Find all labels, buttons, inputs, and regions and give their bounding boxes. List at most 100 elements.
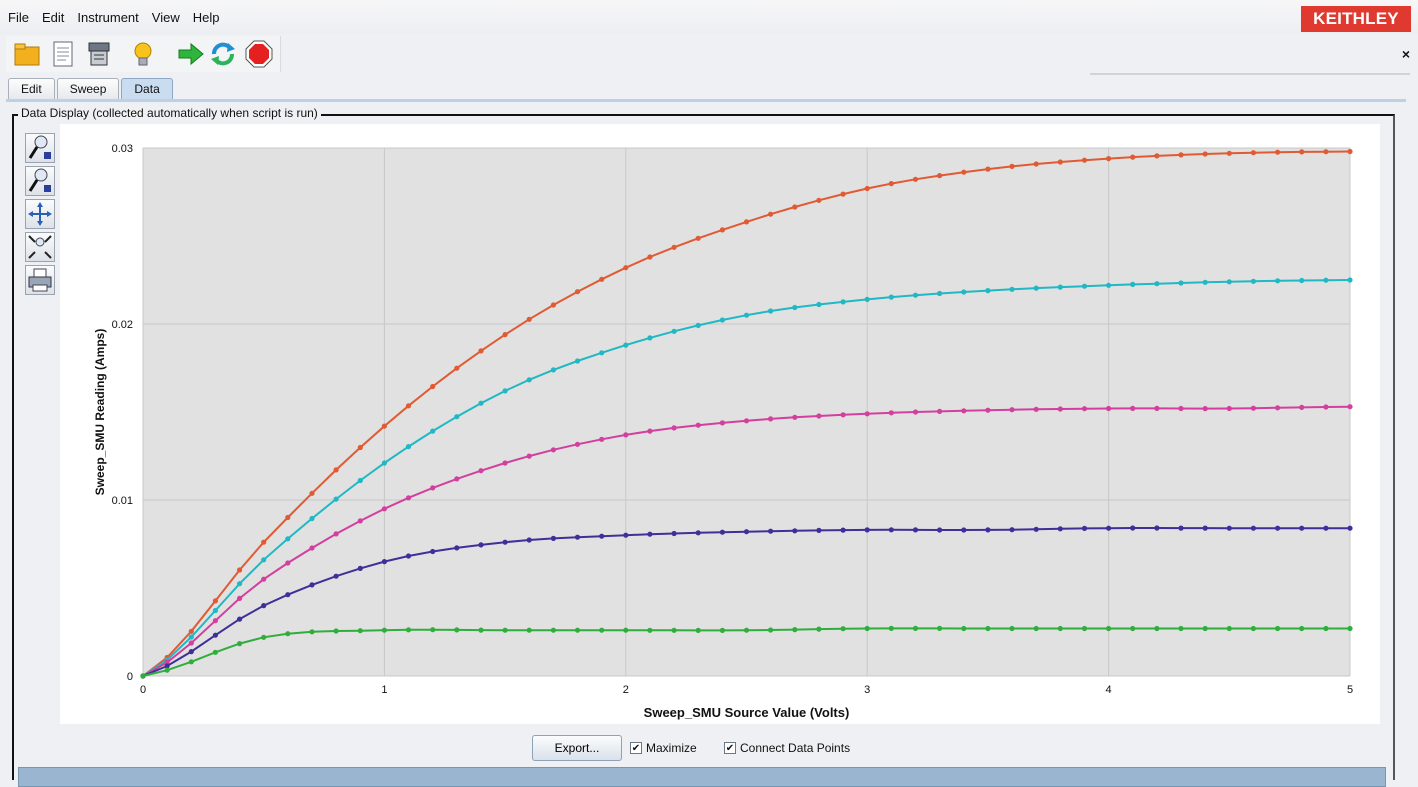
x-axis-label: Sweep_SMU Source Value (Volts) [644, 705, 850, 720]
series-point-4 [1202, 625, 1208, 632]
series-point-4 [864, 625, 870, 632]
series-point-1 [1009, 286, 1015, 292]
close-icon[interactable]: × [1402, 46, 1410, 62]
series-point-0 [1057, 159, 1063, 165]
series-point-3 [768, 528, 774, 534]
series-point-3 [599, 533, 605, 539]
series-point-3 [985, 527, 991, 533]
series-point-0 [792, 204, 798, 210]
panel-title: Data Display (collected automatically wh… [18, 106, 321, 120]
iv-curve-chart[interactable]: 0 1 2 3 4 5 0 0.01 0.02 0.03 Sweep_SMU Source Valu… [60, 124, 1380, 724]
series-point-2 [405, 495, 412, 501]
series-point-4 [768, 627, 774, 633]
zoom-out-icon[interactable] [25, 166, 55, 196]
menu-view[interactable]: View [152, 10, 180, 25]
series-point-1 [864, 296, 870, 302]
y-tick-label: 0.03 [112, 143, 133, 155]
stop-icon[interactable] [244, 39, 274, 69]
series-point-4 [743, 627, 750, 633]
series-point-0 [1033, 161, 1039, 167]
status-band [18, 767, 1386, 787]
series-point-1 [1033, 285, 1039, 291]
x-tick-label: 4 [1106, 684, 1112, 696]
series-point-2 [1057, 406, 1063, 412]
zoom-in-icon[interactable] [25, 133, 55, 163]
series-point-4 [1226, 625, 1232, 632]
refresh-icon[interactable] [208, 39, 238, 69]
series-point-2 [1226, 405, 1232, 412]
series-point-3 [502, 539, 508, 545]
series-point-3 [526, 537, 532, 543]
menu-edit[interactable]: Edit [42, 10, 64, 25]
series-point-4 [816, 626, 822, 632]
pan-icon[interactable] [25, 199, 55, 229]
series-point-0 [647, 254, 653, 260]
series-point-0 [1250, 150, 1256, 156]
tab-edit[interactable]: Edit [8, 78, 55, 99]
menu-bar: File Edit Instrument View Help KEITHLEY [0, 0, 1418, 35]
series-point-0 [1202, 151, 1208, 157]
series-point-2 [1009, 407, 1015, 413]
tab-sweep[interactable]: Sweep [56, 78, 120, 99]
series-point-1 [743, 312, 750, 318]
script-icon[interactable] [48, 39, 78, 69]
series-point-1 [647, 335, 653, 341]
print-icon[interactable] [25, 265, 55, 295]
series-point-1 [333, 496, 339, 502]
maximize-checkbox[interactable]: ✔ Maximize [630, 741, 697, 755]
series-point-4 [1154, 625, 1160, 632]
series-point-3 [188, 649, 194, 655]
connect-data-points-checkbox[interactable]: ✔ Connect Data Points [724, 741, 850, 755]
series-point-3 [1033, 526, 1039, 532]
series-point-2 [1178, 405, 1184, 412]
lightbulb-icon[interactable] [128, 39, 158, 69]
series-point-0 [1323, 149, 1329, 155]
series-point-1 [816, 301, 822, 308]
series-point-2 [478, 468, 484, 474]
series-point-3 [1106, 525, 1112, 531]
bottom-controls: Export... ✔ Maximize ✔ Connect Data Poin… [0, 735, 1418, 765]
series-point-4 [937, 625, 943, 631]
series-point-0 [188, 628, 194, 634]
connect-check-icon[interactable]: ✔ [724, 742, 736, 754]
series-point-3 [309, 582, 315, 588]
menu-help[interactable]: Help [193, 10, 220, 25]
series-point-3 [671, 530, 677, 537]
series-point-3 [574, 534, 581, 540]
series-point-3 [454, 545, 460, 551]
series-point-3 [937, 527, 943, 533]
menu-instrument[interactable]: Instrument [77, 10, 138, 25]
series-point-0 [623, 265, 629, 271]
series-point-4 [985, 625, 991, 632]
series-point-3 [405, 553, 412, 559]
series-point-3 [1130, 525, 1136, 531]
series-point-1 [1202, 279, 1208, 285]
maximize-check-icon[interactable]: ✔ [630, 742, 642, 754]
export-button[interactable]: Export... [532, 735, 622, 761]
series-point-1 [768, 308, 774, 314]
series-point-4 [671, 627, 677, 633]
run-icon[interactable] [176, 39, 206, 69]
series-point-2 [1130, 405, 1136, 411]
series-point-2 [1250, 405, 1256, 411]
series-point-3 [719, 529, 726, 535]
series-point-4 [333, 628, 339, 634]
series-point-1 [478, 400, 484, 406]
series-point-4 [599, 627, 605, 633]
series-point-2 [1081, 406, 1088, 412]
instrument-icon[interactable] [84, 39, 114, 69]
series-point-3 [357, 565, 363, 571]
series-point-4 [719, 627, 726, 633]
series-point-3 [550, 535, 556, 541]
series-point-4 [1009, 625, 1015, 632]
series-point-2 [381, 506, 387, 512]
series-point-2 [285, 560, 291, 566]
series-point-4 [357, 628, 363, 634]
series-point-0 [1275, 149, 1281, 155]
series-point-2 [768, 416, 774, 422]
series-point-4 [912, 625, 919, 631]
tab-data[interactable]: Data [121, 78, 173, 99]
zoom-fit-icon[interactable] [25, 232, 55, 262]
menu-file[interactable]: File [8, 10, 29, 25]
open-folder-icon[interactable] [12, 39, 42, 69]
